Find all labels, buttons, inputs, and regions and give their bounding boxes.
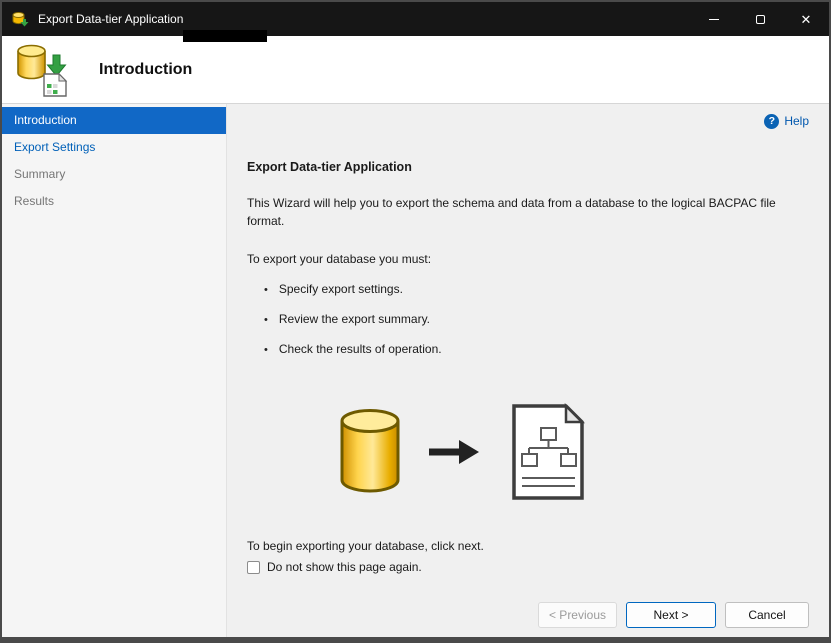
bullet-text: Specify export settings.: [278, 282, 403, 296]
cancel-button[interactable]: Cancel: [725, 602, 809, 628]
export-wizard-window: Export Data-tier Application ✕ Introduct…: [2, 2, 829, 637]
main-panel: ? Help Export Data-tier Application This…: [227, 104, 829, 637]
window-controls: ✕: [691, 2, 829, 36]
sidebar-item-introduction[interactable]: Introduction: [2, 107, 226, 134]
bullet-text: Review the export summary.: [278, 312, 431, 326]
database-cylinder-icon: [339, 408, 401, 501]
export-illustration: [339, 402, 809, 507]
wizard-steps-sidebar: Introduction Export Settings Summary Res…: [2, 104, 227, 637]
checkbox-label: Do not show this page again.: [267, 560, 422, 574]
maximize-button[interactable]: [737, 2, 783, 36]
bullet-dot: •: [264, 314, 268, 326]
bacpac-document-icon: [509, 402, 587, 507]
bullet-item: • Review the export summary.: [247, 312, 809, 329]
bullet-item: • Specify export settings.: [247, 282, 809, 299]
window-title: Export Data-tier Application: [38, 12, 184, 26]
begin-text: To begin exporting your database, click …: [247, 539, 484, 553]
bullet-text: Check the results of operation.: [278, 342, 442, 356]
dont-show-checkbox[interactable]: Do not show this page again.: [247, 560, 809, 574]
minimize-button[interactable]: [691, 2, 737, 36]
app-icon: [12, 11, 29, 28]
sidebar-item-export-settings[interactable]: Export Settings: [2, 134, 226, 161]
arrow-right-icon: [429, 436, 481, 473]
help-link[interactable]: ? Help: [247, 104, 809, 130]
checkbox-icon[interactable]: [247, 560, 260, 574]
maximize-icon: [755, 14, 765, 24]
sidebar-item-results: Results: [14, 194, 55, 208]
bullet-dot: •: [264, 284, 268, 296]
export-dac-icon: [15, 43, 69, 97]
dark-strip-decoration: [183, 30, 267, 42]
content-heading: Export Data-tier Application: [247, 160, 412, 174]
footer-button-row: < Previous Next > Cancel: [247, 602, 809, 637]
title-bar: Export Data-tier Application ✕: [2, 2, 829, 36]
bullet-dot: •: [264, 344, 268, 356]
minimize-icon: [709, 19, 719, 20]
previous-button[interactable]: < Previous: [537, 602, 617, 628]
help-label: Help: [784, 114, 809, 128]
description-text: This Wizard will help you to export the …: [247, 196, 776, 228]
wizard-header: Introduction: [2, 36, 829, 104]
bullet-list: • Specify export settings. • Review the …: [247, 282, 809, 372]
sidebar-item-summary: Summary: [14, 167, 66, 181]
close-button[interactable]: ✕: [783, 2, 829, 36]
help-icon: ?: [764, 113, 780, 129]
requirements-intro: To export your database you must:: [247, 252, 432, 266]
body-row: Introduction Export Settings Summary Res…: [2, 104, 829, 637]
close-icon: ✕: [800, 11, 812, 27]
next-button[interactable]: Next >: [626, 602, 716, 628]
page-title: Introduction: [99, 60, 193, 78]
bullet-item: • Check the results of operation.: [247, 342, 809, 359]
